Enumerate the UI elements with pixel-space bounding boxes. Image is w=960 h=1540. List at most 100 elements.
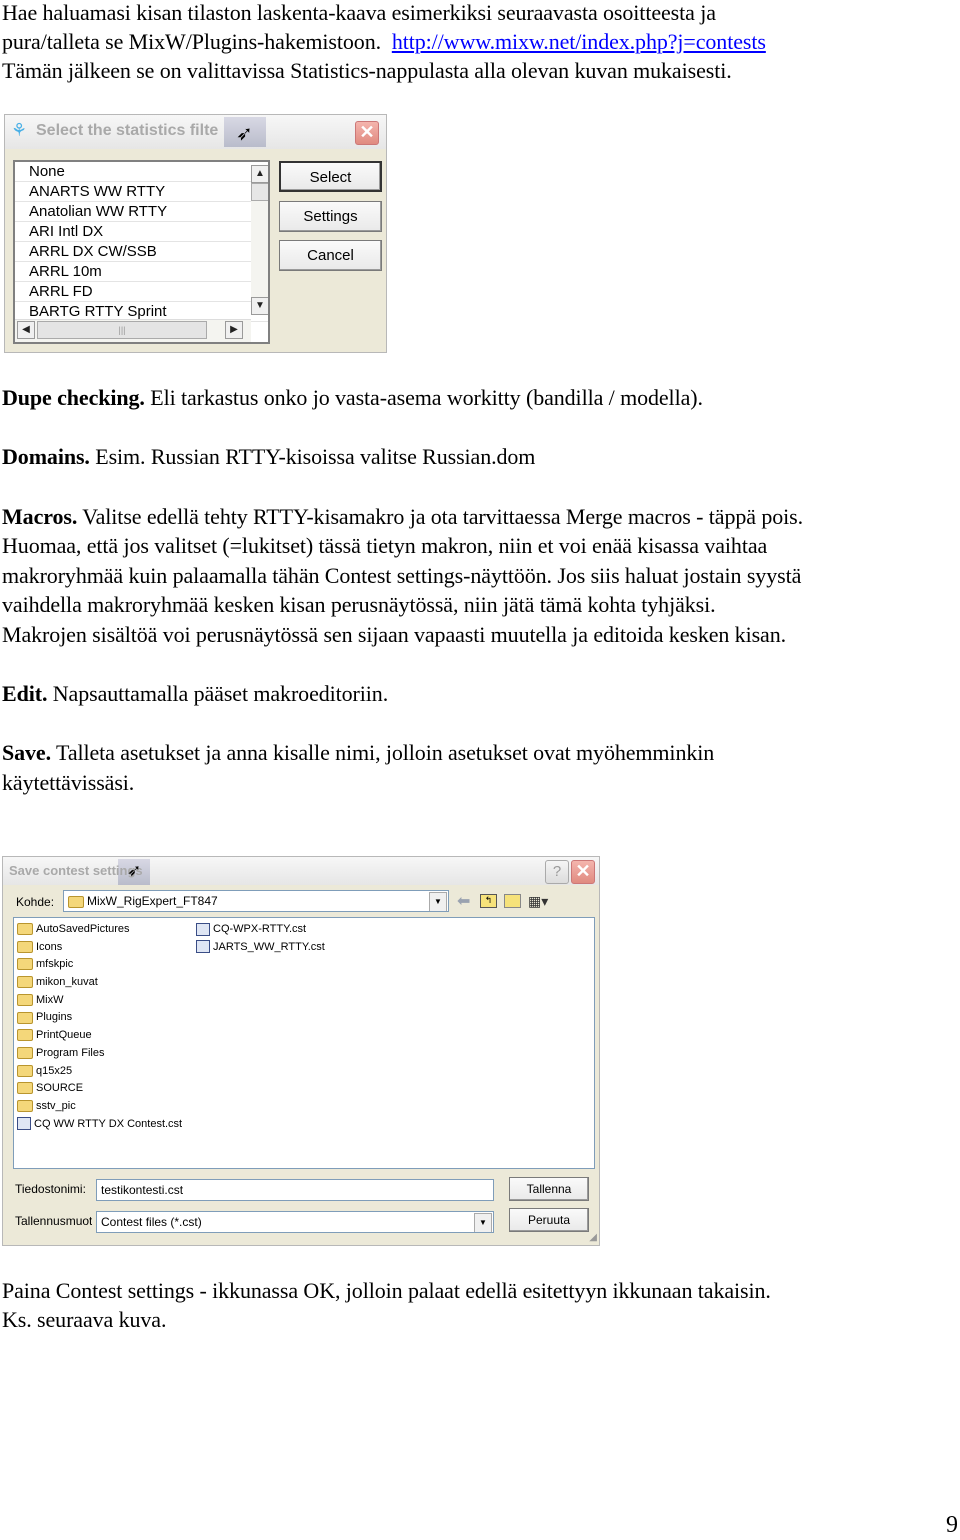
- folder-icon: [17, 976, 33, 989]
- butterfly-icon: ⚘: [11, 120, 28, 140]
- vertical-scroll-thumb[interactable]: [251, 183, 268, 201]
- file-list-column-1: AutoSavedPictures Icons mfskpic mikon_ku…: [17, 921, 182, 1133]
- title-bar: Save contest settings ➶ ? ✕: [3, 857, 599, 885]
- close-button[interactable]: ✕: [355, 121, 379, 145]
- folder-item[interactable]: AutoSavedPictures: [17, 921, 182, 939]
- folder-icon: [17, 1029, 33, 1042]
- folder-item[interactable]: q15x25: [17, 1063, 182, 1081]
- help-button[interactable]: ?: [545, 860, 569, 884]
- dupe-checking-paragraph: Dupe checking. Eli tarkastus onko jo vas…: [2, 383, 703, 413]
- page-number: 9: [946, 1512, 958, 1538]
- resize-grip-icon[interactable]: ◢: [589, 1232, 597, 1243]
- close-button[interactable]: ✕: [571, 860, 595, 884]
- filetype-label: Tallennusmuoto: [15, 1214, 92, 1228]
- folder-item[interactable]: PrintQueue: [17, 1027, 182, 1045]
- save-text: Talleta asetukset ja anna kisalle nimi, …: [51, 740, 715, 765]
- folder-item[interactable]: sstv_pic: [17, 1098, 182, 1116]
- folder-icon: [17, 1082, 33, 1095]
- chevron-down-icon[interactable]: ▼: [474, 1213, 492, 1232]
- macros-line-3: vaihdella makroryhmää kesken kisan perus…: [2, 592, 716, 617]
- folder-name: q15x25: [36, 1064, 73, 1077]
- folder-item[interactable]: SOURCE: [17, 1080, 182, 1098]
- title-bar: ⚘ Select the statistics filte ➶ ✕: [5, 115, 386, 149]
- dialog-title: Save contest settings: [9, 863, 143, 878]
- dupe-checking-heading: Dupe checking.: [2, 385, 145, 410]
- list-item[interactable]: ARRL FD: [15, 282, 268, 302]
- folder-icon: [17, 1064, 33, 1077]
- file-item[interactable]: CQ-WPX-RTTY.cst: [196, 921, 325, 939]
- macros-line-4: Makrojen sisältöä voi perusnäytössä sen …: [2, 622, 787, 647]
- mouse-cursor-icon: ➶: [127, 861, 142, 880]
- folder-icon: [17, 1011, 33, 1024]
- file-item[interactable]: JARTS_WW_RTTY.cst: [196, 939, 325, 957]
- folder-item[interactable]: mfskpic: [17, 956, 182, 974]
- scroll-up-button[interactable]: ▲: [251, 165, 268, 183]
- list-item[interactable]: ANARTS WW RTTY: [15, 182, 268, 202]
- scroll-down-button[interactable]: ▼: [251, 297, 268, 315]
- new-folder-icon[interactable]: [504, 894, 521, 908]
- folder-item[interactable]: MixW: [17, 992, 182, 1010]
- folder-name: SOURCE: [36, 1082, 84, 1095]
- list-item[interactable]: ARI Intl DX: [15, 222, 268, 242]
- dupe-checking-text: Eli tarkastus onko jo vasta-asema workit…: [144, 385, 703, 410]
- intro-line-2-text: pura/talleta se MixW/Plugins-hakemistoon…: [2, 29, 381, 54]
- cancel-button[interactable]: Cancel: [279, 240, 382, 271]
- file-list-column-2: CQ-WPX-RTTY.cst JARTS_WW_RTTY.cst: [196, 921, 325, 956]
- location-value: MixW_RigExpert_FT847: [87, 894, 218, 908]
- horizontal-scroll-thumb[interactable]: |||: [37, 321, 207, 339]
- folder-icon: [17, 958, 33, 971]
- outro-line-1: Paina Contest settings - ikkunassa OK, j…: [2, 1278, 771, 1303]
- folder-item[interactable]: Plugins: [17, 1009, 182, 1027]
- intro-line-3: Tämän jälkeen se on valittavissa Statist…: [2, 58, 732, 83]
- select-button[interactable]: Select: [279, 161, 382, 192]
- folder-icon: [17, 993, 33, 1006]
- save-heading: Save.: [2, 740, 52, 765]
- folder-name: sstv_pic: [36, 1099, 76, 1112]
- cancel-button[interactable]: Peruuta: [509, 1208, 589, 1232]
- macros-paragraph: Macros. Valitse edellä tehty RTTY-kisama…: [2, 502, 803, 532]
- macros-heading: Macros.: [2, 504, 78, 529]
- location-dropdown[interactable]: MixW_RigExpert_FT847 ▼: [63, 890, 449, 912]
- statistics-listbox[interactable]: None ANARTS WW RTTY Anatolian WW RTTY AR…: [13, 160, 270, 344]
- views-menu-icon[interactable]: ▦▾: [528, 893, 548, 910]
- location-label: Kohde:: [16, 895, 55, 909]
- save-contest-settings-dialog: Save contest settings ➶ ? ✕ Kohde: MixW_…: [2, 856, 600, 1246]
- up-folder-icon[interactable]: ↰: [480, 894, 497, 908]
- mouse-cursor-icon: ➶: [236, 123, 253, 145]
- filename-label: Tiedostonimi:: [15, 1182, 86, 1196]
- back-arrow-icon[interactable]: ⬅: [457, 891, 470, 911]
- domains-text: Esim. Russian RTTY-kisoissa valitse Russ…: [89, 444, 536, 469]
- intro-line-1: Hae haluamasi kisan tilaston laskenta-ka…: [2, 0, 716, 25]
- folder-item[interactable]: Icons: [17, 939, 182, 957]
- dialog-title: Select the statistics filte: [36, 122, 219, 139]
- folder-name: Program Files: [36, 1046, 105, 1059]
- scroll-right-button[interactable]: ▶: [225, 321, 243, 339]
- macros-line-2: makroryhmää kuin palaamalla tähän Contes…: [2, 563, 802, 588]
- chevron-down-icon[interactable]: ▼: [429, 892, 447, 911]
- file-name: CQ-WPX-RTTY.cst: [213, 923, 307, 935]
- edit-heading: Edit.: [2, 681, 48, 706]
- folder-icon: [17, 940, 33, 953]
- contests-link[interactable]: http://www.mixw.net/index.php?j=contests: [392, 29, 766, 54]
- cst-file-icon: [17, 1117, 31, 1131]
- filetype-value: Contest files (*.cst): [101, 1215, 202, 1229]
- filetype-dropdown[interactable]: Contest files (*.cst) ▼: [96, 1211, 494, 1233]
- save-button[interactable]: Tallenna: [509, 1177, 589, 1201]
- file-list[interactable]: AutoSavedPictures Icons mfskpic mikon_ku…: [13, 917, 595, 1169]
- folder-item[interactable]: mikon_kuvat: [17, 974, 182, 992]
- list-item[interactable]: ARRL DX CW/SSB: [15, 242, 268, 262]
- filename-input[interactable]: testikontesti.cst: [96, 1179, 494, 1201]
- folder-name: mikon_kuvat: [36, 976, 98, 989]
- save-paragraph: Save. Talleta asetukset ja anna kisalle …: [2, 738, 714, 768]
- scroll-left-button[interactable]: ◀: [17, 321, 35, 339]
- list-item[interactable]: None: [15, 162, 268, 182]
- settings-button[interactable]: Settings: [279, 201, 382, 232]
- folder-item[interactable]: Program Files: [17, 1045, 182, 1063]
- domains-heading: Domains.: [2, 444, 90, 469]
- file-name: JARTS_WW_RTTY.cst: [213, 940, 325, 953]
- file-item[interactable]: CQ WW RTTY DX Contest.cst: [17, 1116, 182, 1134]
- list-item[interactable]: Anatolian WW RTTY: [15, 202, 268, 222]
- folder-icon: [17, 1099, 33, 1112]
- folder-name: MixW: [36, 993, 64, 1006]
- list-item[interactable]: ARRL 10m: [15, 262, 268, 282]
